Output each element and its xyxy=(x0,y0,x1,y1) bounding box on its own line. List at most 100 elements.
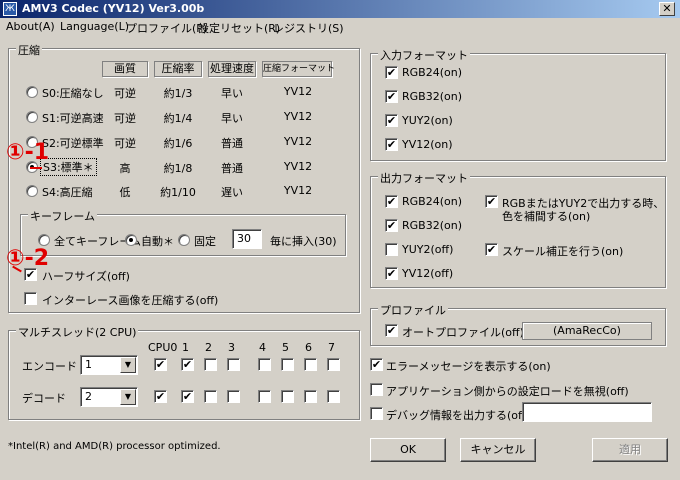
decode-cpu0-checkbox[interactable]: ✔ xyxy=(154,390,167,403)
label-in-rgb24: RGB24(on) xyxy=(402,66,462,79)
label-debug: デバッグ情報を出力する(off) xyxy=(386,409,530,422)
label-out-rgb32: RGB32(on) xyxy=(402,219,462,232)
speed-s2: 普通 xyxy=(221,137,243,150)
label-interlace: インターレース画像を圧縮する(off) xyxy=(42,294,219,307)
checkbox-ignore-app[interactable] xyxy=(370,383,383,396)
decode-cpu6-checkbox[interactable] xyxy=(304,390,317,403)
decode-cpu4-checkbox[interactable] xyxy=(258,390,271,403)
quality-s2: 可逆 xyxy=(114,137,136,150)
checkbox-error-msg[interactable]: ✔ xyxy=(370,358,383,371)
encode-thread-value: 1 xyxy=(85,358,92,371)
checkbox-out-rgb24[interactable]: ✔ xyxy=(385,195,398,208)
menu-language[interactable]: Language(L) xyxy=(60,20,129,33)
checkbox-out-rgb32[interactable]: ✔ xyxy=(385,219,398,232)
label-keyframe-auto: 自動＊ xyxy=(141,235,174,248)
speed-s4: 遅い xyxy=(221,186,243,199)
menu-reset[interactable]: 設定リセット(R) xyxy=(198,20,280,36)
label-out-yv12: YV12(off) xyxy=(402,267,454,280)
checkbox-out-yv12[interactable]: ✔ xyxy=(385,267,398,280)
radio-s1[interactable] xyxy=(26,111,38,123)
decode-thread-value: 2 xyxy=(85,390,92,403)
encode-cpu2-checkbox[interactable] xyxy=(204,358,217,371)
encode-cpu4-checkbox[interactable] xyxy=(258,358,271,371)
header-quality: 画質 xyxy=(102,61,148,77)
ratio-s1: 約1/4 xyxy=(163,112,193,125)
chevron-down-icon[interactable]: ▼ xyxy=(120,389,136,405)
chevron-down-icon[interactable]: ▼ xyxy=(120,357,136,373)
label-scale-fix: スケール補正を行う(on) xyxy=(502,245,624,258)
label-in-yv12: YV12(on) xyxy=(402,138,453,151)
cpu-label-5: 5 xyxy=(282,341,289,354)
decode-cpu2-checkbox[interactable] xyxy=(204,390,217,403)
format-s4: YV12 xyxy=(283,184,313,197)
header-speed: 処理速度 xyxy=(208,61,256,77)
cpu-label-3: 3 xyxy=(228,341,235,354)
decode-cpu3-checkbox[interactable] xyxy=(227,390,240,403)
menu-profile[interactable]: プロファイル(P) xyxy=(126,20,207,36)
encode-cpu0-checkbox[interactable]: ✔ xyxy=(154,358,167,371)
checkbox-debug[interactable] xyxy=(370,407,383,420)
encode-thread-select[interactable]: 1 ▼ xyxy=(80,355,138,375)
annotation-1-1-line xyxy=(30,167,42,169)
keyframe-interval-input[interactable]: 30 xyxy=(232,229,262,249)
ratio-s0: 約1/3 xyxy=(163,87,193,100)
debug-path-input[interactable] xyxy=(522,402,652,422)
close-icon[interactable]: ✕ xyxy=(659,2,675,16)
decode-cpu1-checkbox[interactable]: ✔ xyxy=(181,390,194,403)
multithread-title: マルチスレッド(2 CPU) xyxy=(16,324,139,340)
menu-bar: About(A) Language(L) プロファイル(P) 設定リセット(R)… xyxy=(0,18,680,36)
compression-title: 圧縮 xyxy=(16,42,42,58)
checkbox-scale-fix[interactable]: ✔ xyxy=(485,243,498,256)
decode-cpu5-checkbox[interactable] xyxy=(281,390,294,403)
quality-s4: 低 xyxy=(119,186,131,199)
label-in-rgb32: RGB32(on) xyxy=(402,90,462,103)
encode-cpu3-checkbox[interactable] xyxy=(227,358,240,371)
encode-cpu7-checkbox[interactable] xyxy=(327,358,340,371)
radio-keyframe-fixed[interactable] xyxy=(178,234,190,246)
checkbox-interlace[interactable] xyxy=(24,292,37,305)
quality-s1: 可逆 xyxy=(114,112,136,125)
profile-name: (AmaRecCo) xyxy=(522,322,652,340)
radio-s4[interactable] xyxy=(26,185,38,197)
input-format-title: 入力フォーマット xyxy=(378,47,470,63)
cancel-button[interactable]: キャンセル xyxy=(460,438,536,462)
checkbox-out-yuy2[interactable] xyxy=(385,243,398,256)
decode-label: デコード xyxy=(22,392,66,405)
menu-about[interactable]: About(A) xyxy=(6,20,55,33)
decode-cpu7-checkbox[interactable] xyxy=(327,390,340,403)
apply-button[interactable]: 適用 xyxy=(592,438,668,462)
cpu-label-7: 7 xyxy=(328,341,335,354)
keyframe-title: キーフレーム xyxy=(28,208,98,224)
format-s2: YV12 xyxy=(283,135,313,148)
ratio-s2: 約1/6 xyxy=(163,137,193,150)
encode-cpu1-checkbox[interactable]: ✔ xyxy=(181,358,194,371)
header-ratio: 圧縮率 xyxy=(154,61,202,77)
checkbox-in-yv12[interactable]: ✔ xyxy=(385,138,398,151)
radio-s0[interactable] xyxy=(26,86,38,98)
format-s0: YV12 xyxy=(283,85,313,98)
header-format: 圧縮フォーマット xyxy=(262,61,335,77)
encode-cpu6-checkbox[interactable] xyxy=(304,358,317,371)
label-ignore-app: アプリケーション側からの設定ロードを無視(off) xyxy=(386,385,629,398)
menu-registry[interactable]: レジストリ(S) xyxy=(273,20,344,36)
speed-s0: 早い xyxy=(221,87,243,100)
label-auto-profile: オートプロファイル(off) xyxy=(402,326,524,339)
radio-keyframe-auto[interactable] xyxy=(125,234,137,246)
checkbox-in-rgb32[interactable]: ✔ xyxy=(385,90,398,103)
checkbox-in-rgb24[interactable]: ✔ xyxy=(385,66,398,79)
encode-cpu5-checkbox[interactable] xyxy=(281,358,294,371)
label-out-rgb24: RGB24(on) xyxy=(402,195,462,208)
label-s4: S4:高圧縮 xyxy=(42,186,93,199)
ok-button[interactable]: OK xyxy=(370,438,446,462)
checkbox-rgb-interp[interactable]: ✔ xyxy=(485,195,498,208)
label-out-yuy2: YUY2(off) xyxy=(402,243,454,256)
app-icon: Ж xyxy=(3,2,17,16)
checkbox-auto-profile[interactable]: ✔ xyxy=(385,324,398,337)
checkbox-in-yuy2[interactable]: ✔ xyxy=(385,114,398,127)
output-format-title: 出力フォーマット xyxy=(378,170,470,186)
radio-keyframe-all[interactable] xyxy=(38,234,50,246)
annotation-1-1: ①-1 xyxy=(6,140,50,165)
decode-thread-select[interactable]: 2 ▼ xyxy=(80,387,138,407)
speed-s3: 普通 xyxy=(221,162,243,175)
cpu-label-2: 2 xyxy=(205,341,212,354)
